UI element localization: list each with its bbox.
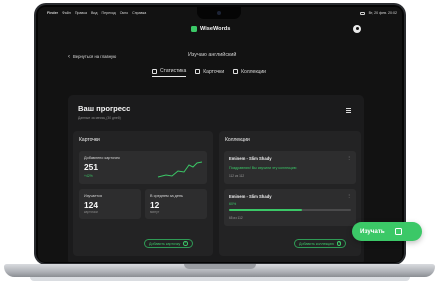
cards-section: Карточки Добавлено карточек 251 +42% Изу… [73,131,213,256]
user-avatar-icon[interactable] [353,25,361,33]
collection-title: Eminem - Slim Shady [229,194,272,199]
collection-progress-bar [229,209,351,212]
back-link[interactable]: ‹ Вернуться на главную [68,53,117,60]
progress-title: Ваш прогресс [78,104,131,113]
progress-subtitle: Данные за месяц (30 дней) [78,116,121,120]
camera-notch [197,7,241,19]
menu-window[interactable]: Окно [120,11,128,15]
add-card-button[interactable]: Добавить карточку + [144,239,193,248]
collection-percent: 60% [229,202,237,206]
collection-item[interactable]: Eminem - Slim Shady ⋮ Поздравляю! Вы изу… [224,151,356,184]
collection-item[interactable]: Eminem - Slim Shady ⋮ 60% 65 из 112 [224,189,356,226]
app-brand[interactable]: WiseWords [191,26,230,32]
camera-icon [217,11,221,15]
daily-average-stat: В среднем за день 12 минут [145,189,207,219]
menubar-clock[interactable]: Вт, 20 фев. 20:02 [369,11,397,15]
collection-count: 112 из 112 [229,174,245,178]
learn-fab-button[interactable]: Изучать [352,222,422,241]
daily-average-value: 12 [150,200,160,210]
learning-label: Изучается [84,194,103,198]
tab-collections[interactable]: Коллекции [233,68,266,77]
laptop-base-groove [184,264,256,269]
collection-icon [233,69,239,74]
menu-help[interactable]: Справка [132,11,146,15]
filter-settings-icon[interactable] [346,108,351,113]
learning-stat: Изучается 124 карточки [79,189,141,219]
collection-count: 65 из 112 [229,216,243,220]
add-collection-button[interactable]: Добавить коллекцию + [294,239,347,248]
back-label: Вернуться на главную [73,54,117,59]
collections-section-title: Коллекции [225,137,250,143]
cards-section-title: Карточки [79,137,100,143]
battery-icon[interactable] [359,11,365,15]
menu-edit[interactable]: Правка [75,11,87,15]
menubar-status: Вт, 20 фев. 20:02 [359,11,397,15]
learning-unit: карточки [84,210,98,214]
cards-icon [195,69,201,74]
more-options-icon[interactable]: ⋮ [347,193,351,198]
plus-icon: + [336,241,342,246]
learning-value: 124 [84,200,98,210]
collections-section: Коллекции Eminem - Slim Shady ⋮ Поздравл… [219,131,361,256]
subject-title: Изучаю английский [188,52,237,58]
plus-icon: + [183,241,188,246]
menu-view[interactable]: Вид [91,11,98,15]
collection-complete-message: Поздравляю! Вы изучили эту коллекцию [229,166,297,170]
wisewords-logo-icon [191,26,197,32]
collection-title: Eminem - Slim Shady [229,156,272,161]
app-name: WiseWords [200,26,231,32]
daily-average-unit: минут [150,210,160,214]
cards-added-delta: +42% [84,174,93,178]
tab-statistics[interactable]: Статистика [152,68,187,77]
progress-panel: Ваш прогресс Данные за месяц (30 дней) К… [68,95,364,262]
tab-collections-label: Коллекции [241,68,266,75]
chart-icon [152,68,157,74]
add-card-label: Добавить карточку [149,241,181,246]
cards-added-label: Добавлено карточек [84,156,120,160]
cards-stack-icon [394,228,402,235]
section-tabs: Статистика Карточки Коллекции [152,68,266,77]
collection-progress-fill [229,209,303,212]
cards-added-value: 251 [84,162,98,172]
cards-trend-sparkline [157,161,203,178]
chevron-left-icon: ‹ [68,53,70,60]
menu-file[interactable]: Файл [62,11,71,15]
laptop-shadow [30,277,410,281]
learn-label: Изучать [360,228,385,235]
tab-cards-label: Карточки [203,68,225,75]
laptop-screen: Finder Файл Правка Вид Переход Окно Спра… [38,7,402,262]
tab-cards[interactable]: Карточки [195,68,224,77]
menu-finder[interactable]: Finder [47,11,58,15]
more-options-icon[interactable]: ⋮ [347,155,351,160]
tab-statistics-label: Статистика [160,68,187,74]
add-collection-label: Добавить коллекцию [299,241,334,246]
cards-added-stat: Добавлено карточек 251 +42% [79,151,207,184]
daily-average-label: В среднем за день [150,194,184,198]
menu-go[interactable]: Переход [101,11,115,15]
